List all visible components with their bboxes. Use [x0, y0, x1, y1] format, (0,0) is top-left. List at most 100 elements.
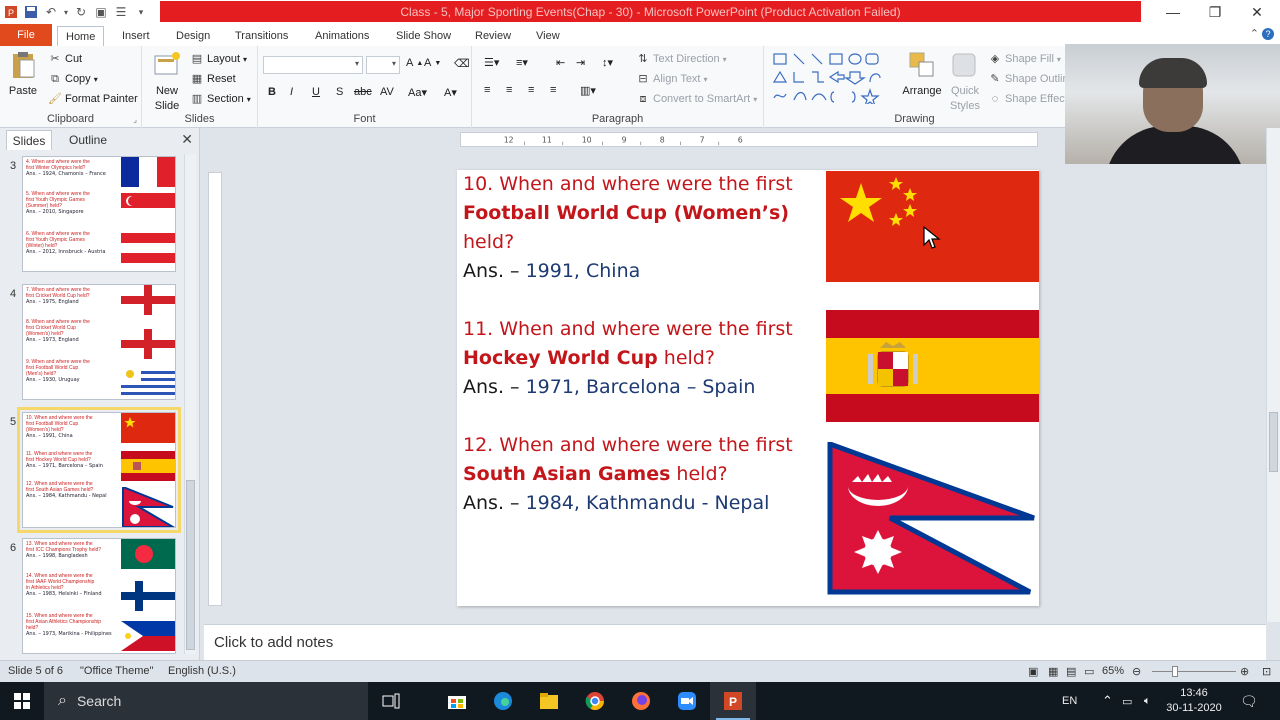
tab-file[interactable]: File	[0, 24, 52, 46]
input-language[interactable]: EN	[1062, 682, 1077, 720]
answer-10[interactable]: Ans. – 1991, China	[463, 257, 640, 286]
question-10[interactable]: 10. When and where were the first Footba…	[463, 170, 803, 257]
chrome-icon[interactable]	[572, 682, 618, 720]
tab-outline-panel[interactable]: Outline	[58, 130, 118, 150]
powerpoint-app-icon[interactable]: P	[2, 3, 20, 21]
ribbon-minimize-icon[interactable]: ⌃ ?	[1250, 27, 1274, 40]
normal-view-icon[interactable]: ▣	[1028, 665, 1038, 678]
cut-button[interactable]: ✂ Cut	[48, 52, 82, 66]
tab-design[interactable]: Design	[168, 26, 218, 46]
shape-effects-button[interactable]: ◌ Shape Effects	[988, 92, 1074, 106]
new-slide-button[interactable]: New Slide	[148, 50, 186, 112]
fit-to-window-icon[interactable]: ⊡	[1262, 665, 1271, 678]
font-size-combo[interactable]: ▾	[366, 56, 400, 74]
strikethrough-icon[interactable]: abc	[354, 86, 372, 98]
task-view-icon[interactable]	[368, 682, 414, 720]
file-explorer-icon[interactable]	[526, 682, 572, 720]
undo-dropdown-icon[interactable]: ▾	[62, 3, 70, 21]
decrease-indent-icon[interactable]: ⇤	[556, 56, 565, 69]
zoom-out-icon[interactable]: ⊖	[1132, 665, 1141, 678]
change-case-icon[interactable]: Aa▾	[408, 86, 427, 99]
firefox-icon[interactable]	[618, 682, 664, 720]
font-name-combo[interactable]: ▾	[263, 56, 363, 74]
clear-formatting-icon[interactable]: ⌫	[454, 57, 470, 70]
shadow-icon[interactable]: S	[336, 86, 343, 98]
reset-button[interactable]: ▦ Reset	[190, 72, 236, 86]
clock[interactable]: 13:46 30-11-2020	[1164, 682, 1224, 720]
answer-11[interactable]: Ans. – 1971, Barcelona – Spain	[463, 373, 755, 402]
zoom-app-icon[interactable]	[664, 682, 710, 720]
volume-icon[interactable]: 🔈︎	[1144, 682, 1151, 720]
justify-icon[interactable]: ≡	[550, 84, 556, 96]
tab-view[interactable]: View	[528, 26, 568, 46]
customize-toolbar-icon[interactable]: ▾	[132, 3, 150, 21]
bullets-button-icon[interactable]: ☰▾	[484, 56, 499, 69]
close-button[interactable]: ✕	[1236, 0, 1278, 24]
slide-thumbnail-3[interactable]: 4. When and where were the first Winter …	[22, 156, 176, 272]
layout-button[interactable]: ▤ Layout ▾	[190, 52, 247, 66]
start-button[interactable]	[0, 682, 44, 720]
zoom-in-icon[interactable]: ⊕	[1240, 665, 1249, 678]
edge-browser-icon[interactable]	[480, 682, 526, 720]
tab-slides-panel[interactable]: Slides	[6, 130, 52, 150]
font-color-icon[interactable]: A▾	[444, 86, 457, 99]
bold-icon[interactable]: B	[268, 86, 276, 98]
shapes-gallery[interactable]	[772, 52, 892, 104]
align-left-icon[interactable]: ≡	[484, 84, 490, 96]
undo-icon[interactable]: ↶	[42, 3, 60, 21]
tab-animations[interactable]: Animations	[307, 26, 377, 46]
slide-thumbnail-6[interactable]: 13. When and where were the first ICC Ch…	[22, 538, 176, 654]
nepal-flag-image[interactable]	[826, 442, 1039, 596]
clipboard-launcher-icon[interactable]: ⌟	[133, 115, 137, 124]
redo-icon[interactable]: ↻	[72, 3, 90, 21]
shape-outline-button[interactable]: ✎ Shape Outline	[988, 72, 1074, 86]
slide-thumbnail-5[interactable]: 10. When and where were the first Footba…	[17, 407, 181, 533]
notifications-icon[interactable]: 🗨︎	[1240, 682, 1258, 720]
quick-styles-button[interactable]: Quick Styles	[946, 50, 984, 112]
slide-sorter-view-icon[interactable]: ▦	[1048, 665, 1058, 678]
copy-button[interactable]: ⧉ Copy ▾	[48, 72, 98, 86]
align-text-button[interactable]: ⊟ Align Text ▾	[636, 72, 707, 86]
reading-view-icon[interactable]: ▤	[1066, 665, 1076, 678]
increase-indent-icon[interactable]: ⇥	[576, 56, 585, 69]
arrange-button[interactable]: Arrange	[902, 50, 942, 97]
slide-canvas[interactable]: 10. When and where were the first Footba…	[457, 170, 1039, 606]
line-spacing-icon[interactable]: ↕▾	[602, 56, 613, 69]
align-right-icon[interactable]: ≡	[528, 84, 534, 96]
paste-button[interactable]: Paste	[6, 50, 40, 97]
minimize-button[interactable]: —	[1152, 0, 1194, 24]
shrink-font-icon[interactable]: A ▼	[424, 57, 441, 69]
notes-pane[interactable]: Click to add notes	[204, 624, 1266, 660]
slides-panel-scrollbar[interactable]	[184, 154, 196, 654]
bullets-icon[interactable]: ☰	[112, 3, 130, 21]
section-button[interactable]: ▥ Section ▾	[190, 92, 251, 106]
powerpoint-taskbar-icon[interactable]: P	[710, 682, 756, 720]
show-hidden-icons-icon[interactable]: ⌃	[1102, 682, 1113, 720]
battery-icon[interactable]: ▭	[1122, 682, 1132, 720]
shape-fill-button[interactable]: ◈ Shape Fill ▾	[988, 52, 1061, 66]
start-from-beginning-icon[interactable]: ▣	[92, 3, 110, 21]
scrollbar-thumb[interactable]	[186, 480, 195, 650]
format-painter-button[interactable]: 🖌 Format Painter	[48, 92, 138, 106]
text-direction-button[interactable]: ⇅ Text Direction ▾	[636, 52, 726, 66]
scrollbar-thumb[interactable]	[1269, 412, 1278, 472]
slideshow-view-icon[interactable]: ▭	[1084, 665, 1094, 678]
slide-vertical-scrollbar[interactable]	[1266, 128, 1280, 622]
tab-transitions[interactable]: Transitions	[227, 26, 296, 46]
save-icon[interactable]	[22, 3, 40, 21]
align-center-icon[interactable]: ≡	[506, 84, 512, 96]
character-spacing-icon[interactable]: AV	[380, 86, 394, 98]
tab-insert[interactable]: Insert	[114, 26, 158, 46]
zoom-slider-thumb[interactable]	[1172, 666, 1178, 677]
close-panel-icon[interactable]: ✕	[181, 131, 193, 148]
spain-flag-image[interactable]	[826, 310, 1039, 422]
slide-thumbnail-4[interactable]: 7. When and where were the first Cricket…	[22, 284, 176, 400]
tab-home[interactable]: Home	[57, 26, 105, 46]
language-status[interactable]: English (U.S.)	[168, 665, 236, 677]
grow-font-icon[interactable]: A ▲	[406, 57, 423, 69]
question-11[interactable]: 11. When and where were the first Hockey…	[463, 315, 803, 373]
italic-icon[interactable]: I	[290, 86, 293, 98]
help-icon[interactable]: ?	[1262, 28, 1274, 40]
taskbar-search[interactable]: ⌕ Search	[44, 682, 368, 720]
tab-review[interactable]: Review	[467, 26, 519, 46]
